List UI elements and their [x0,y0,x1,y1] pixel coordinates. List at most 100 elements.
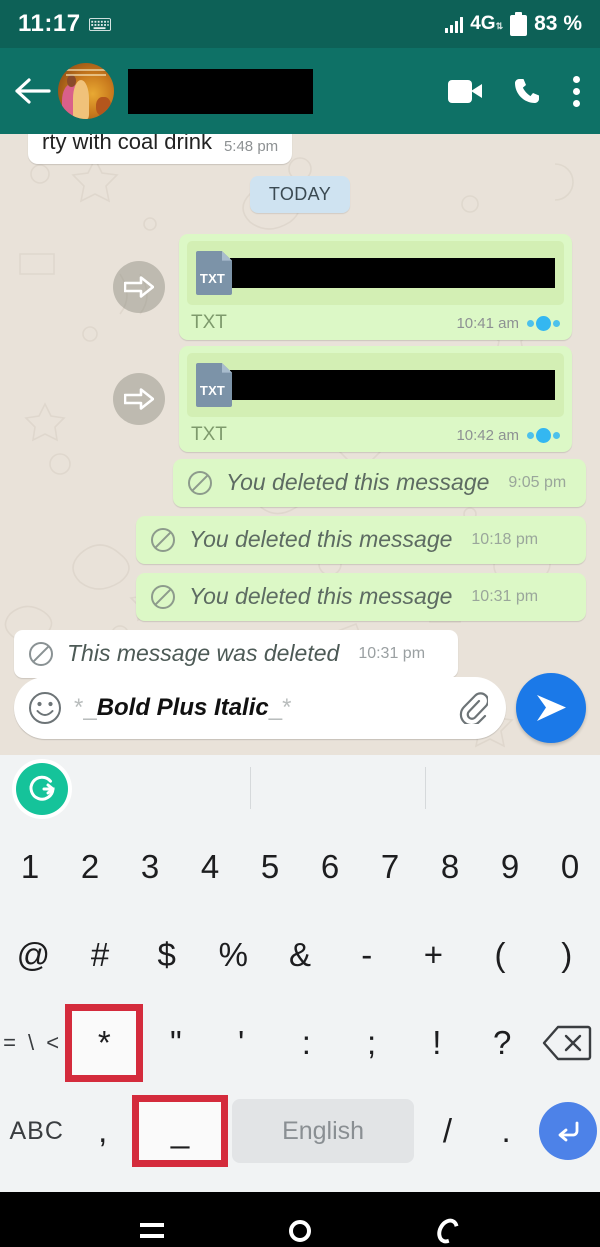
message-input-text[interactable]: *_Bold Plus Italic_* [74,694,446,722]
blocked-circle-icon [29,641,53,666]
key-paren-close[interactable]: ) [533,911,600,999]
avatar[interactable] [58,63,114,119]
chat-body[interactable]: rty with coal drink 5:48 pm TODAY TXT TX… [0,134,600,755]
key-period[interactable]: . [477,1087,536,1175]
key-question[interactable]: ? [470,999,535,1087]
key-dollar[interactable]: $ [133,911,200,999]
file-message-bubble[interactable]: TXT TXT 10:41 am [179,234,572,340]
file-attachment-card[interactable]: TXT [187,241,564,305]
txt-file-icon: TXT [196,251,232,295]
status-bar-left: 11:17 [18,10,111,38]
deleted-message-bubble[interactable]: You deleted this message 10:18 pm [136,516,586,564]
chat-header [0,48,600,134]
key-abc-toggle[interactable]: ABC [0,1087,73,1175]
video-camera-icon[interactable] [448,79,482,103]
key-asterisk-label: * [65,1004,144,1082]
smiley-face-icon[interactable] [28,691,62,725]
network-type: 4G⇅ [470,13,504,34]
blocked-circle-icon [151,527,175,552]
txt-file-icon: TXT [196,363,232,407]
key-0[interactable]: 0 [540,823,600,911]
forward-arrow-icon[interactable] [113,261,165,313]
key-4[interactable]: 4 [180,823,240,911]
key-6[interactable]: 6 [300,823,360,911]
message-time: 10:41 am [456,314,519,332]
grammarly-glyph [29,775,55,801]
deleted-message-text: You deleted this message [189,526,453,552]
key-2[interactable]: 2 [60,823,120,911]
key-asterisk-highlighted[interactable]: * [65,999,144,1087]
key-percent[interactable]: % [200,911,267,999]
key-5[interactable]: 5 [240,823,300,911]
partial-message-bubble[interactable]: rty with coal drink 5:48 pm [28,134,293,164]
message-time: 10:31 pm [358,644,426,662]
key-ampersand[interactable]: & [267,911,334,999]
key-double-quote[interactable]: " [143,999,208,1087]
file-message-bubble[interactable]: TXT TXT 10:42 am [179,346,572,452]
paperclip-icon[interactable] [458,692,488,724]
more-vertical-icon[interactable] [572,75,580,107]
key-colon[interactable]: : [274,999,339,1087]
message-row-file-1: TXT TXT 10:41 am [113,234,572,340]
key-enter[interactable] [535,1102,600,1160]
key-slash[interactable]: / [418,1087,477,1175]
key-underscore-highlighted[interactable]: _ [132,1087,229,1175]
key-exclamation[interactable]: ! [404,999,469,1087]
key-backspace[interactable] [535,999,600,1087]
file-type-label: TXT [199,383,226,399]
key-9[interactable]: 9 [480,823,540,911]
key-semicolon[interactable]: ; [339,999,404,1087]
key-8[interactable]: 8 [420,823,480,911]
formatted-text: Bold Plus Italic [96,694,269,721]
message-time: 10:31 pm [471,587,539,605]
deleted-message-bubble[interactable]: You deleted this message 10:31 pm [136,573,586,621]
home-circle-icon[interactable] [285,1216,315,1246]
message-time: 10:18 pm [471,530,539,548]
file-message-footer: TXT 10:41 am [187,305,564,335]
android-nav-bar [0,1192,600,1247]
keyboard-row-bottom: ABC , _ English / . [0,1087,600,1175]
back-button[interactable] [10,68,56,114]
back-c-icon[interactable] [433,1214,463,1247]
on-screen-keyboard[interactable]: 1 2 3 4 5 6 7 8 9 0 @ # $ % & - + ( ) = … [0,755,600,1192]
enter-arrow-glyph [558,1121,579,1142]
blocked-circle-icon [188,470,212,495]
keyboard-icon [88,17,111,31]
key-symbols-toggle[interactable]: = \ < [0,999,65,1087]
file-name-redacted [230,370,555,400]
day-divider: TODAY [14,176,586,213]
grammarly-icon[interactable] [16,763,68,815]
file-attachment-card[interactable]: TXT [187,353,564,417]
message-input-pill[interactable]: *_Bold Plus Italic_* [14,677,506,739]
enter-icon [538,1102,597,1160]
key-3[interactable]: 3 [120,823,180,911]
key-at[interactable]: @ [0,911,67,999]
day-divider-label: TODAY [249,176,351,213]
phone-icon[interactable] [512,76,542,106]
key-spacebar[interactable]: English [232,1099,415,1163]
key-comma[interactable]: , [73,1087,132,1175]
key-paren-open[interactable]: ( [467,911,534,999]
key-1[interactable]: 1 [0,823,60,911]
file-type-label: TXT [199,271,226,287]
keyboard-row-numbers: 1 2 3 4 5 6 7 8 9 0 [0,823,600,911]
key-plus[interactable]: + [400,911,467,999]
contact-name-redacted[interactable] [128,68,313,114]
keyboard-row-symbols-2: = \ < * " ' : ; ! ? [0,999,600,1087]
key-apostrophe[interactable]: ' [209,999,274,1087]
recents-icon[interactable] [137,1216,167,1246]
network-arrows-icon: ⇅ [495,21,504,31]
suggestion-divider [250,767,251,809]
markup-prefix: *_ [74,694,97,721]
key-hash[interactable]: # [67,911,134,999]
backspace-icon [543,1025,592,1061]
message-time: 9:05 pm [508,473,567,491]
status-bar-right: 4G⇅ 83 % [445,12,582,36]
key-7[interactable]: 7 [360,823,420,911]
key-hyphen[interactable]: - [333,911,400,999]
forward-arrow-icon[interactable] [113,373,165,425]
read-double-check-icon [527,427,560,443]
file-caption: TXT [191,424,227,445]
send-button[interactable] [516,673,586,743]
deleted-message-bubble[interactable]: You deleted this message 9:05 pm [173,459,586,507]
